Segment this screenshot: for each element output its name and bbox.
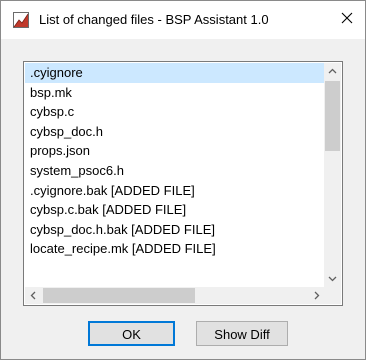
list-item[interactable]: .cyignore.bak [ADDED FILE] [25,181,325,201]
close-button[interactable] [329,1,365,39]
horizontal-scroll-thumb[interactable] [43,288,195,303]
list-item[interactable]: bsp.mk [25,83,325,103]
vertical-scroll-thumb[interactable] [325,81,340,151]
scroll-left-button[interactable] [25,287,42,304]
list-item[interactable]: cybsp.c [25,102,325,122]
list-item[interactable]: props.json [25,141,325,161]
list-item[interactable]: cybsp_doc.h.bak [ADDED FILE] [25,220,325,240]
dialog-window: List of changed files - BSP Assistant 1.… [0,0,366,360]
list-item[interactable]: system_psoc6.h [25,161,325,181]
chevron-left-icon [29,287,38,305]
vertical-scrollbar[interactable] [324,63,341,287]
title-bar[interactable]: List of changed files - BSP Assistant 1.… [1,1,365,39]
list-content: .cyignore bsp.mk cybsp.c cybsp_doc.h props.j… [25,63,325,287]
chevron-up-icon [328,63,337,81]
ok-button[interactable]: OK [88,321,175,346]
window-title: List of changed files - BSP Assistant 1.… [39,12,269,27]
chevron-right-icon [312,287,321,305]
scrollbar-corner [324,287,341,304]
scroll-right-button[interactable] [308,287,325,304]
chevron-down-icon [328,270,337,288]
horizontal-scrollbar[interactable] [25,287,325,304]
scroll-down-button[interactable] [324,270,341,287]
list-item[interactable]: .cyignore [25,63,325,83]
bsp-assistant-icon [13,12,29,28]
changed-files-list[interactable]: .cyignore bsp.mk cybsp.c cybsp_doc.h props.j… [23,61,343,306]
scroll-up-button[interactable] [324,63,341,80]
list-item[interactable]: cybsp_doc.h [25,122,325,142]
list-item[interactable]: cybsp.c.bak [ADDED FILE] [25,200,325,220]
list-item[interactable]: locate_recipe.mk [ADDED FILE] [25,239,325,259]
close-icon [341,11,353,29]
show-diff-button[interactable]: Show Diff [196,321,288,346]
